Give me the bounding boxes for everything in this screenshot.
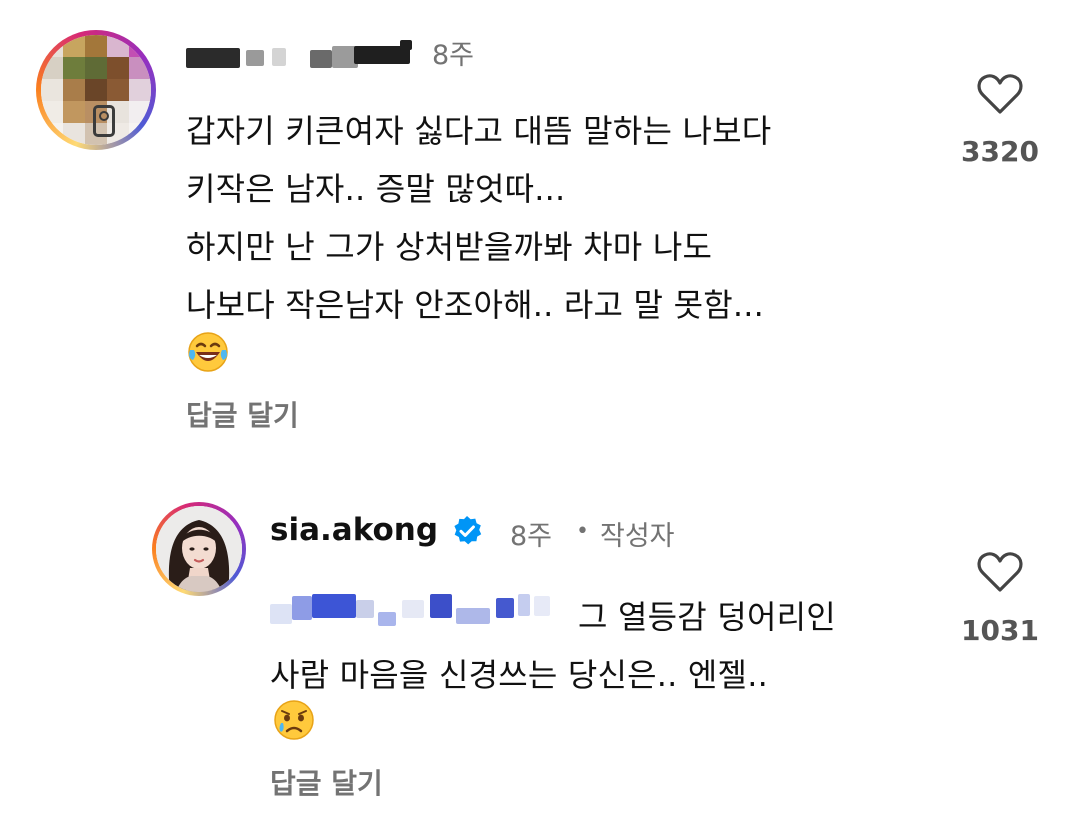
reply-button[interactable]: 답글 달기 bbox=[186, 394, 299, 434]
crying-face-emoji bbox=[274, 700, 314, 740]
redacted-username[interactable] bbox=[186, 40, 418, 76]
reply-time: 8주 bbox=[510, 521, 553, 552]
comment-text-line: 하지만 난 그가 상처받을까봐 차마 나도 bbox=[186, 228, 713, 266]
portrait-image bbox=[156, 506, 242, 592]
separator-dot: • bbox=[576, 519, 589, 544]
author-label: 작성자 bbox=[600, 521, 675, 552]
comment-text-line: 나보다 작은남자 안조아해.. 라고 말 못함... bbox=[186, 286, 764, 324]
verified-badge-icon bbox=[454, 516, 482, 545]
reply-text-line: 사람 마음을 신경쓰는 당신은.. 엔젤.. bbox=[270, 656, 768, 694]
reply-text-line: 그 열등감 덩어리인 bbox=[578, 598, 836, 636]
like-count: 3320 bbox=[961, 135, 1039, 168]
author-username[interactable]: sia.akong bbox=[270, 512, 438, 548]
comment-text-line: 갑자기 키큰여자 싫다고 대뜸 말하는 나보다 bbox=[186, 112, 772, 150]
commenter-avatar[interactable] bbox=[36, 30, 156, 150]
heart-outline-icon[interactable] bbox=[976, 550, 1024, 594]
redacted-mention[interactable] bbox=[270, 590, 570, 634]
like-count: 1031 bbox=[961, 614, 1039, 647]
comment-text-line: 키작은 남자.. 증말 많엇따... bbox=[186, 170, 566, 208]
reply-button[interactable]: 답글 달기 bbox=[270, 762, 383, 802]
laughing-tears-emoji bbox=[188, 332, 228, 372]
author-avatar[interactable] bbox=[152, 502, 246, 596]
heart-outline-icon[interactable] bbox=[976, 72, 1024, 116]
comment-time: 8주 bbox=[432, 40, 475, 71]
phone-icon bbox=[93, 105, 115, 137]
